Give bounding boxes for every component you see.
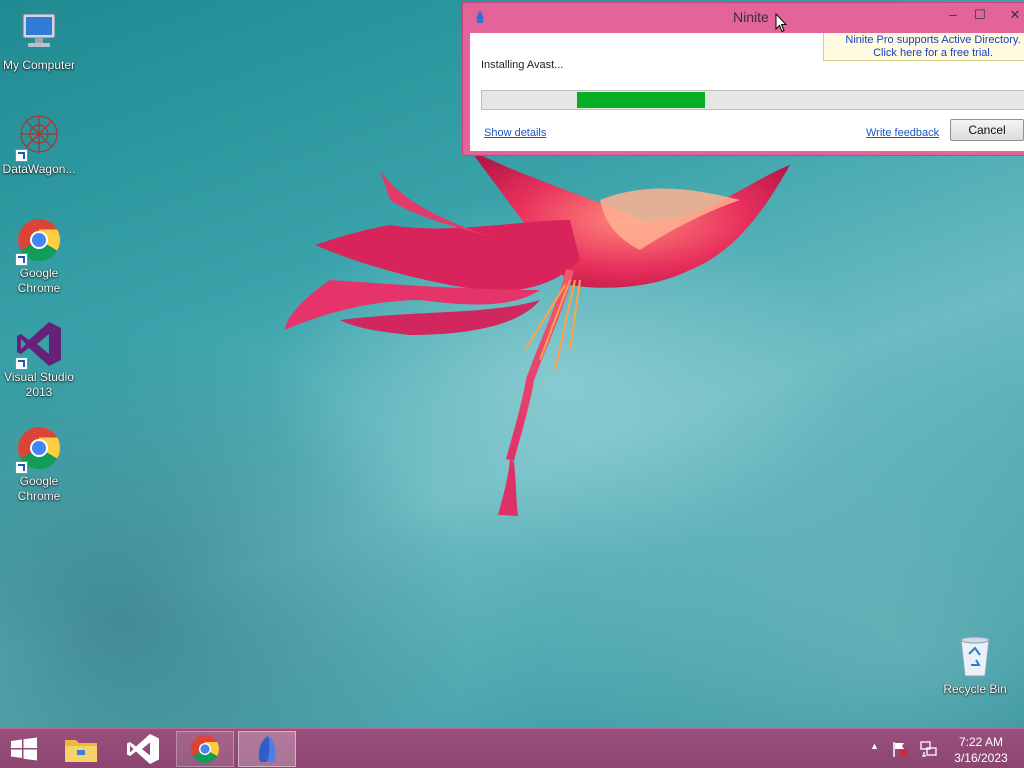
progress-bar [481, 90, 1024, 110]
ad-line-2: Click here for a free trial. [873, 47, 993, 59]
taskbar-visual-studio[interactable] [114, 731, 172, 767]
desktop-icon-label: My Computer [2, 58, 76, 72]
action-center-flag-icon[interactable] [890, 739, 910, 759]
computer-icon [15, 8, 63, 56]
show-details-link[interactable]: Show details [484, 127, 546, 139]
shortcut-arrow-icon [15, 149, 28, 162]
mouse-cursor [775, 13, 787, 33]
progress-fill [577, 92, 705, 108]
taskbar-file-explorer[interactable] [52, 731, 110, 767]
shortcut-arrow-icon [15, 357, 28, 370]
desktop-icon-google-chrome[interactable]: Google Chrome [0, 424, 78, 504]
clock-date: 3/16/2023 [954, 751, 1008, 765]
close-button[interactable]: ✕ [1002, 5, 1024, 25]
desktop-icon-label: Google Chrome [17, 474, 61, 503]
desktop-icon-datawagon[interactable]: DataWagon... [0, 112, 78, 177]
desktop-icon-label: Google Chrome [17, 266, 61, 295]
ninite-icon [258, 736, 276, 762]
file-explorer-icon [65, 740, 97, 762]
desktop-icon-recycle-bin[interactable]: Recycle Bin [936, 632, 1014, 697]
shortcut-arrow-icon [15, 461, 28, 474]
desktop-icon-label: DataWagon... [2, 162, 76, 176]
desktop-icon-google-chrome[interactable]: Google Chrome [0, 216, 78, 296]
taskbar-chrome[interactable] [176, 731, 234, 767]
cancel-button[interactable]: Cancel [950, 119, 1024, 141]
taskbar-ninite[interactable] [238, 731, 296, 767]
taskbar: ▲ 7:22 AM 3/16/2023 [0, 728, 1024, 768]
desktop-icon-my-computer[interactable]: My Computer [0, 8, 78, 73]
datawagon-icon [15, 112, 63, 162]
desktop-icon-label: Recycle Bin [943, 682, 1007, 696]
network-icon[interactable] [918, 739, 940, 759]
title-bar[interactable]: Ninite – ☐ ✕ [463, 3, 1024, 31]
visual-studio-icon [127, 734, 159, 764]
maximize-button[interactable]: ☐ [967, 5, 993, 25]
shortcut-arrow-icon [15, 253, 28, 266]
ad-line-1: Ninite Pro supports Active Directory. [845, 34, 1021, 46]
recycle-bin-icon [951, 632, 999, 680]
write-feedback-link[interactable]: Write feedback [866, 127, 939, 139]
chrome-icon [191, 735, 219, 763]
install-status: Installing Avast... [481, 59, 564, 71]
ninite-content: Ninite Pro supports Active Directory. Cl… [470, 33, 1024, 151]
show-hidden-icons-button[interactable]: ▲ [870, 741, 879, 751]
start-button[interactable] [0, 731, 48, 767]
system-clock[interactable]: 7:22 AM 3/16/2023 [942, 734, 1020, 766]
window-title: Ninite [733, 9, 769, 25]
ninite-window: Ninite – ☐ ✕ Ninite Pro supports Active … [462, 2, 1024, 156]
desktop-icon-label: Visual Studio 2013 [4, 370, 74, 399]
windows-start-icon [11, 737, 37, 761]
wallpaper-flower [285, 150, 790, 516]
desktop-icon-visual-studio[interactable]: Visual Studio 2013 [0, 320, 78, 400]
ninite-pro-ad[interactable]: Ninite Pro supports Active Directory. Cl… [823, 33, 1024, 61]
chrome-icon [15, 216, 63, 266]
chrome-icon [15, 424, 63, 474]
ninite-icon [476, 11, 484, 23]
minimize-button[interactable]: – [940, 5, 966, 25]
visual-studio-icon [15, 320, 63, 370]
clock-time: 7:22 AM [958, 735, 1004, 749]
